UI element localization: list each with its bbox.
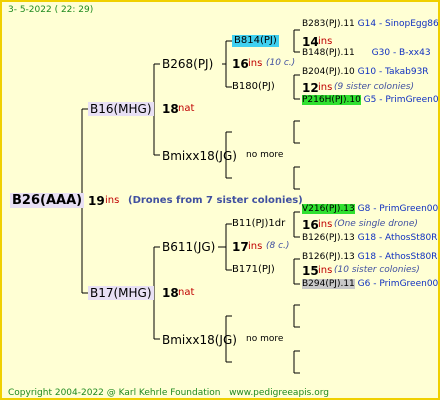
g5-row: B294(PJ).11 G6 - PrimGreen00 bbox=[302, 279, 439, 289]
g5-row: P216H(PJ).10 G5 - PrimGreen00 bbox=[302, 95, 440, 105]
g5-info: G30 - B-xx43 bbox=[371, 48, 431, 58]
g5-queen: V216(PJ).13 bbox=[302, 204, 355, 214]
pedigree-chart: 3- 5-2022 ( 22: 29) B26(AAA) 19 ins (Dro… bbox=[0, 0, 440, 400]
ffm-number: 12 bbox=[302, 81, 319, 95]
copyright-text: Copyright 2004-2022 @ Karl Kehrle Founda… bbox=[8, 388, 221, 398]
mf-note: (8 c.) bbox=[266, 241, 290, 251]
mm-queen: Bmixx18(JG) bbox=[162, 333, 237, 347]
mfm-ins: ins bbox=[318, 265, 333, 276]
fff-queen: B814(PJ) bbox=[232, 35, 279, 47]
g5-info: G6 - PrimGreen00 bbox=[357, 279, 439, 289]
g5-info: G10 - Takab93R bbox=[357, 67, 429, 77]
father-queen: B16(MHG) bbox=[88, 102, 154, 116]
g5-info: G5 - PrimGreen00 bbox=[363, 95, 440, 105]
root-ins: ins bbox=[105, 195, 120, 206]
g5-queen: P216H(PJ).10 bbox=[302, 95, 361, 105]
mm-no-more: no more bbox=[246, 334, 284, 344]
g5-queen: B126(PJ).13 bbox=[302, 252, 355, 262]
site-link[interactable]: www.pedigreeapis.org bbox=[229, 388, 329, 398]
g5-info: G18 - AthosSt80R bbox=[357, 252, 438, 262]
mother-suffix: nat bbox=[178, 287, 195, 298]
father-number: 18 bbox=[162, 102, 179, 116]
g5-row: B148(PJ).11 G30 - B-xx43 bbox=[302, 49, 431, 58]
g5-queen: B148(PJ).11 bbox=[302, 48, 355, 58]
ffm-ins: ins bbox=[318, 82, 333, 93]
mfm-number: 15 bbox=[302, 264, 319, 278]
fm-queen: Bmixx18(JG) bbox=[162, 149, 237, 163]
g5-queen: B204(PJ).10 bbox=[302, 67, 355, 77]
footer-copyright: Copyright 2004-2022 @ Karl Kehrle Founda… bbox=[8, 389, 329, 398]
mff-queen: B11(PJ)1dr bbox=[232, 218, 286, 229]
root-queen: B26(AAA) bbox=[10, 193, 85, 208]
ff-note: (10 c.) bbox=[266, 58, 296, 68]
mff-number: 16 bbox=[302, 218, 319, 232]
g5-row: B126(PJ).13 G18 - AthosSt80R bbox=[302, 253, 437, 262]
ffm-note: (9 sister colonies) bbox=[334, 82, 415, 92]
g5-info: G18 - AthosSt80R bbox=[357, 233, 438, 243]
g5-info: G8 - PrimGreen00 bbox=[357, 204, 439, 214]
mff-ins: ins bbox=[318, 219, 333, 230]
g5-row: B283(PJ).11 G14 - SinopEgg86R bbox=[302, 19, 440, 29]
g5-info: G14 - SinopEgg86R bbox=[357, 19, 440, 29]
fff-number: 14 bbox=[302, 35, 319, 49]
g5-queen: B294(PJ).11 bbox=[302, 279, 355, 289]
fm-no-more: no more bbox=[246, 150, 284, 160]
root-drone-note: (Drones from 7 sister colonies) bbox=[128, 195, 303, 206]
ff-number: 16 bbox=[232, 57, 249, 71]
fff-ins: ins bbox=[318, 36, 333, 47]
g5-row: B126(PJ).13 G18 - AthosSt80R bbox=[302, 234, 437, 243]
root-number: 19 bbox=[88, 194, 105, 208]
mf-ins: ins bbox=[248, 241, 263, 252]
ff-queen: B268(PJ) bbox=[162, 57, 214, 71]
father-suffix: nat bbox=[178, 103, 195, 114]
mother-queen: B17(MHG) bbox=[88, 286, 154, 300]
mfm-queen: B171(PJ) bbox=[232, 264, 275, 275]
g5-queen: B126(PJ).13 bbox=[302, 233, 355, 243]
ff-ins: ins bbox=[248, 58, 263, 69]
g5-queen: B283(PJ).11 bbox=[302, 19, 355, 29]
ffm-queen: B180(PJ) bbox=[232, 81, 275, 92]
mff-note: (One single drone) bbox=[334, 219, 418, 229]
mf-queen: B611(JG) bbox=[162, 240, 216, 254]
g5-row: B204(PJ).10 G10 - Takab93R bbox=[302, 68, 429, 77]
g5-row: V216(PJ).13 G8 - PrimGreen00 bbox=[302, 204, 439, 214]
print-date: 3- 5-2022 ( 22: 29) bbox=[8, 5, 94, 15]
mfm-note: (10 sister colonies) bbox=[334, 265, 420, 275]
mother-number: 18 bbox=[162, 286, 179, 300]
mf-number: 17 bbox=[232, 240, 249, 254]
